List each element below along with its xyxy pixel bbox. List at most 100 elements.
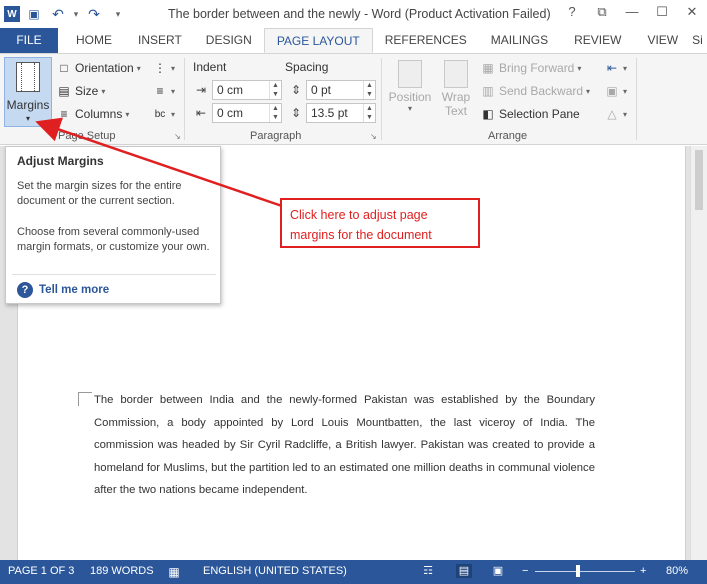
ribbon: Margins ▾ □ Orientation ▾ ▤ Size ▾ ≡ Col… — [0, 53, 707, 145]
page-setup-group-label: Page Setup — [58, 130, 116, 142]
zoom-slider-thumb[interactable] — [576, 565, 580, 577]
proofing-icon[interactable]: ▦ — [166, 564, 182, 580]
minimize-icon[interactable]: — — [623, 4, 641, 20]
close-icon[interactable]: ✕ — [683, 4, 701, 20]
spacing-before-stepper[interactable]: 0 pt ▲ ▼ — [306, 80, 376, 100]
spin-arrows-icon[interactable]: ▲ ▼ — [363, 104, 375, 122]
window-title: The border between and the newly - Word … — [168, 7, 551, 21]
tab-insert[interactable]: INSERT — [126, 28, 194, 53]
chevron-down-icon: ▾ — [171, 109, 176, 119]
undo-icon[interactable]: ↶ — [48, 4, 68, 24]
send-backward-button[interactable]: ▥ Send Backward ▾ — [480, 83, 590, 99]
paragraph-group-label: Paragraph — [250, 130, 302, 142]
ribbon-display-icon[interactable]: ⧉ — [593, 4, 611, 20]
scrollbar-thumb[interactable] — [695, 150, 703, 210]
spin-arrows-icon[interactable]: ▲ ▼ — [363, 81, 375, 99]
redo-icon[interactable]: ↷ — [84, 4, 104, 24]
orientation-icon: □ — [60, 61, 68, 75]
selection-pane-label: Selection Pane — [499, 107, 580, 121]
spin-arrows-icon[interactable]: ▲ ▼ — [269, 104, 281, 122]
position-button[interactable]: Position ▾ — [387, 60, 433, 113]
group-divider — [184, 58, 185, 140]
ribbon-tabs: FILE HOME INSERT DESIGN PAGE LAYOUT REFE… — [0, 28, 707, 53]
columns-button[interactable]: ≡ Columns ▾ — [56, 106, 129, 122]
web-layout-icon[interactable]: ▣ — [490, 564, 506, 578]
undo-dropdown-icon[interactable]: ▾ — [72, 4, 80, 24]
breaks-button[interactable]: ⋮ ▾ — [152, 60, 175, 76]
customize-qat-icon[interactable]: ▾ — [108, 4, 128, 24]
margins-button[interactable]: Margins ▾ — [4, 57, 52, 127]
group-button[interactable]: ▣ ▾ — [604, 83, 627, 99]
line-numbers-icon: ≡ — [156, 84, 164, 98]
hyphenation-button[interactable]: bc ▾ — [152, 106, 175, 122]
wrap-text-button[interactable]: Wrap Text — [438, 60, 474, 118]
bring-forward-icon: ▦ — [482, 61, 494, 75]
hyphenation-icon: bc — [154, 108, 166, 120]
zoom-in-icon[interactable]: + — [640, 565, 646, 577]
indent-right-stepper[interactable]: 0 cm ▲ ▼ — [212, 103, 282, 123]
chevron-down-icon: ▾ — [101, 86, 106, 96]
rotate-icon: △ — [607, 107, 617, 121]
tab-file[interactable]: FILE — [0, 28, 58, 53]
group-divider — [381, 58, 382, 140]
tab-references[interactable]: REFERENCES — [373, 28, 479, 53]
margins-icon — [16, 62, 40, 92]
spacing-after-stepper[interactable]: 13.5 pt ▲ ▼ — [306, 103, 376, 123]
help-icon: ? — [17, 282, 33, 298]
print-layout-icon[interactable]: ▤ — [456, 564, 472, 578]
chevron-down-icon: ▾ — [25, 114, 30, 123]
zoom-level[interactable]: 80% — [666, 565, 688, 577]
indent-left-stepper[interactable]: 0 cm ▲ ▼ — [212, 80, 282, 100]
selection-pane-button[interactable]: ◧ Selection Pane — [480, 106, 580, 122]
tab-review[interactable]: REVIEW — [560, 28, 635, 53]
indent-left-value: 0 cm — [217, 83, 244, 97]
chevron-down-icon: ▾ — [125, 109, 130, 119]
maximize-icon[interactable]: ☐ — [653, 4, 671, 20]
spacing-before-icon: ⇕ — [290, 83, 302, 97]
read-mode-icon[interactable]: ☶ — [420, 564, 436, 578]
size-button[interactable]: ▤ Size ▾ — [56, 83, 105, 99]
document-body-text[interactable]: The border between India and the newly-f… — [94, 389, 595, 502]
tab-mailings[interactable]: MAILINGS — [479, 28, 560, 53]
word-logo-icon[interactable]: W — [4, 6, 20, 22]
tell-me-more-link[interactable]: ? Tell me more — [17, 282, 109, 298]
tooltip-title: Adjust Margins — [17, 154, 104, 168]
spin-arrows-icon[interactable]: ▲ ▼ — [269, 81, 281, 99]
paragraph-launcher-icon[interactable]: ↘ — [370, 132, 377, 141]
zoom-out-icon[interactable]: − — [522, 565, 528, 577]
indent-right-value: 0 cm — [217, 106, 244, 120]
word-count[interactable]: 189 WORDS — [90, 565, 154, 577]
word-window: W ▣ ↶ ▾ ↷ ▾ The border between and the n… — [0, 0, 707, 584]
tab-design[interactable]: DESIGN — [194, 28, 264, 53]
save-icon[interactable]: ▣ — [24, 4, 44, 24]
tab-page-layout[interactable]: PAGE LAYOUT — [263, 28, 373, 53]
indent-header: Indent — [193, 60, 226, 74]
spacing-after-icon: ⇕ — [290, 106, 302, 120]
indent-right-icon: ⇤ — [195, 106, 207, 120]
zoom-slider[interactable] — [535, 571, 635, 572]
tab-sign-in[interactable]: Si — [690, 28, 705, 53]
rotate-button[interactable]: △ ▾ — [604, 106, 627, 122]
align-icon: ⇤ — [606, 61, 618, 75]
size-icon: ▤ — [58, 84, 70, 98]
indent-left-icon: ⇥ — [195, 83, 207, 97]
page-count[interactable]: PAGE 1 OF 3 — [8, 565, 74, 577]
spacing-after-value: 13.5 pt — [311, 106, 348, 120]
chevron-down-icon: ▾ — [623, 63, 628, 73]
line-numbers-button[interactable]: ≡ ▾ — [152, 83, 175, 99]
tab-home[interactable]: HOME — [58, 28, 126, 53]
bring-forward-button[interactable]: ▦ Bring Forward ▾ — [480, 60, 581, 76]
chevron-down-icon: ▾ — [577, 63, 582, 73]
vertical-scrollbar[interactable] — [690, 146, 707, 560]
page-setup-launcher-icon[interactable]: ↘ — [174, 132, 181, 141]
chevron-down-icon: ▾ — [136, 63, 141, 73]
position-label: Position — [388, 90, 432, 104]
language[interactable]: ENGLISH (UNITED STATES) — [203, 565, 347, 577]
help-icon[interactable]: ? — [563, 4, 581, 20]
orientation-button[interactable]: □ Orientation ▾ — [56, 60, 141, 76]
chevron-down-icon: ▾ — [623, 86, 628, 96]
breaks-icon: ⋮ — [154, 61, 166, 75]
align-button[interactable]: ⇤ ▾ — [604, 60, 627, 76]
columns-label: Columns — [75, 107, 123, 121]
tab-view[interactable]: VIEW — [635, 28, 690, 53]
